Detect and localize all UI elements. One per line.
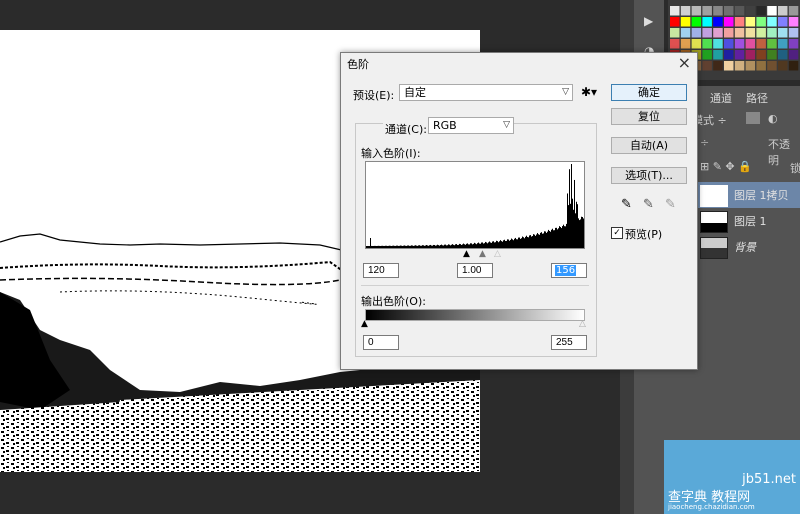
layer-thumbnail bbox=[700, 185, 728, 207]
input-white-slider[interactable]: △ bbox=[494, 249, 501, 259]
watermark-logo: jb51.net 查字典 教程网 jiaocheng.chazidian.com bbox=[664, 440, 800, 514]
output-levels-label: 输出色阶(O): bbox=[361, 295, 426, 308]
lock-label: 锁 bbox=[790, 162, 800, 175]
output-white-slider[interactable]: △ bbox=[579, 319, 586, 329]
histogram-graph bbox=[366, 164, 584, 248]
layer-thumbnail bbox=[700, 237, 728, 259]
output-black-slider[interactable]: ▲ bbox=[361, 319, 368, 329]
watermark-site: jb51.net bbox=[742, 472, 796, 487]
layer-row-copy[interactable]: 图层 1拷贝 bbox=[692, 182, 800, 208]
layer-row-background[interactable]: 背景 bbox=[692, 234, 800, 260]
levels-dialog: 色阶 × 预设(E): 自定 ▽ ✱▾ 通道(C): RGB ▽ 输入色阶(I)… bbox=[340, 52, 698, 370]
preset-select[interactable]: 自定 ▽ bbox=[399, 84, 573, 101]
black-eyedropper-icon[interactable]: ✎ bbox=[621, 197, 632, 212]
close-icon[interactable]: × bbox=[678, 53, 691, 72]
input-black-slider[interactable]: ▲ bbox=[463, 249, 470, 259]
gear-icon[interactable]: ✱▾ bbox=[581, 85, 597, 99]
ok-button[interactable]: 确定 bbox=[611, 84, 687, 101]
channel-select[interactable]: RGB ▽ bbox=[428, 117, 514, 134]
input-white-value: 156 bbox=[555, 265, 577, 276]
tab-channels[interactable]: 通道 bbox=[706, 90, 736, 108]
opacity-stepper[interactable]: ÷ bbox=[700, 136, 709, 149]
adjust-icon[interactable]: ◐ bbox=[768, 112, 778, 125]
preview-label: 预览(P) bbox=[625, 228, 663, 241]
options-button[interactable]: 选项(T)... bbox=[611, 167, 687, 184]
layer-thumbnail bbox=[700, 211, 728, 233]
layer-row-layer1[interactable]: 图层 1 bbox=[692, 208, 800, 234]
preset-value: 自定 bbox=[404, 86, 426, 99]
white-eyedropper-icon[interactable]: ✎ bbox=[665, 197, 676, 212]
play-icon[interactable]: ▶ bbox=[644, 14, 653, 28]
channel-label: 通道(C): bbox=[383, 121, 429, 137]
reset-button[interactable]: 复位 bbox=[611, 108, 687, 125]
input-black-field[interactable] bbox=[363, 263, 399, 278]
input-levels-label: 输入色阶(I): bbox=[361, 147, 421, 160]
output-white-field[interactable] bbox=[551, 335, 587, 350]
lock-toolbar[interactable]: ⊞ ✎ ✥ 🔒 bbox=[700, 160, 752, 173]
input-gamma-field[interactable] bbox=[457, 263, 493, 278]
layer-name: 图层 1 bbox=[734, 215, 767, 228]
input-gamma-slider[interactable]: ▲ bbox=[479, 249, 486, 259]
watermark-url: jiaocheng.chazidian.com bbox=[668, 503, 755, 511]
preview-checkbox[interactable]: ✓ bbox=[611, 227, 623, 239]
dialog-title: 色阶 bbox=[347, 58, 369, 71]
channel-value: RGB bbox=[433, 119, 457, 132]
chevron-down-icon: ▽ bbox=[503, 120, 510, 130]
layer-name: 背景 bbox=[734, 241, 756, 254]
tab-paths[interactable]: 路径 bbox=[742, 90, 772, 108]
gray-eyedropper-icon[interactable]: ✎ bbox=[643, 197, 654, 212]
separator bbox=[361, 285, 589, 286]
filter-icon[interactable] bbox=[746, 112, 760, 124]
layer-name: 图层 1拷贝 bbox=[734, 189, 789, 202]
output-gradient bbox=[365, 309, 585, 321]
auto-button[interactable]: 自动(A) bbox=[611, 137, 687, 154]
output-black-field[interactable] bbox=[363, 335, 399, 350]
chevron-down-icon: ▽ bbox=[562, 87, 569, 97]
histogram bbox=[365, 161, 585, 249]
preset-label: 预设(E): bbox=[353, 89, 395, 102]
